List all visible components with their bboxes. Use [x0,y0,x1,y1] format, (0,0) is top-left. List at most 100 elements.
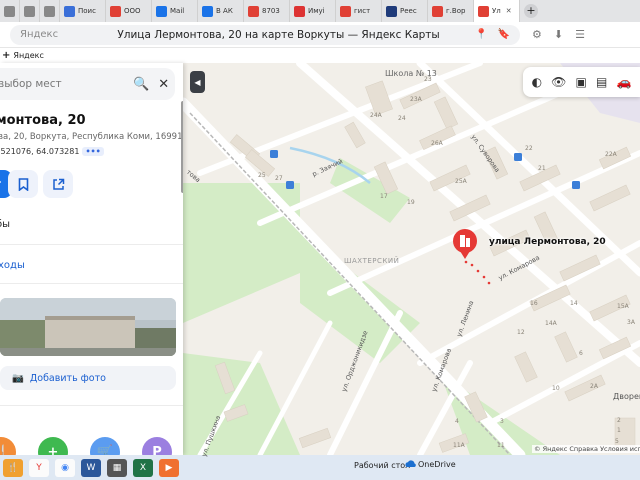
house-number-label: 24А [370,112,382,119]
house-number-label: 5 [615,438,619,445]
poi-label[interactable]: Дворец [613,392,640,401]
browser-tab[interactable]: Mail [152,0,198,22]
url-field[interactable]: Яндекс Улица Лермонтова, 20 на карте Вор… [10,24,520,45]
tab-label: Реес [400,7,417,15]
food-category-icon[interactable]: 🍴 [0,437,16,455]
collapse-panel-button[interactable]: ◀ [190,71,205,93]
extension-icon[interactable]: ⚙ [532,28,542,41]
parking-category-icon[interactable]: P [142,437,172,455]
bus-icon[interactable]: ▣ [576,75,587,89]
browser-tab[interactable]: гист [336,0,382,22]
address-bar: Яндекс Улица Лермонтова, 20 на карте Вор… [0,22,640,48]
browser-tab[interactable]: Поис [60,0,106,22]
house-number-label: 25 [258,172,266,179]
house-number-label: 23 [424,76,432,83]
cartoon-app-icon[interactable]: 🍴 [3,458,23,477]
house-number-label: 14А [545,320,557,327]
bookmark-icon[interactable]: 🔖 [498,29,510,40]
word-icon[interactable]: W [81,458,101,477]
chrome-icon[interactable]: ◉ [55,458,75,477]
place-coordinates[interactable]: .521076, 64.073281 ••• [0,147,104,156]
house-number-label: 3 [500,418,504,425]
browser-app-icon[interactable]: ▶ [159,458,179,477]
browser-tab[interactable]: В АК [198,0,244,22]
onedrive-label[interactable]: OneDrive [418,460,456,469]
close-icon[interactable]: ✕ [153,77,176,92]
house-number-label: 4 [455,418,459,425]
profile-icon[interactable]: ☰ [575,28,585,41]
browser-tab[interactable]: г.Вор [428,0,474,22]
building-photo[interactable] [0,298,176,356]
house-number-label: 15А [617,303,629,310]
browser-tab[interactable]: 8703 [244,0,290,22]
coordinates-more-button[interactable]: ••• [82,147,104,156]
browser-tab[interactable] [20,0,40,22]
doc-tab-icon [340,5,351,17]
add-bookmark-icon[interactable]: + [2,50,10,61]
bookmark-yandex[interactable]: Яндекс [13,51,43,60]
browser-tab[interactable]: ООО [106,0,152,22]
add-photo-button[interactable]: 📷 Добавить фото [0,366,176,390]
close-tab-icon[interactable]: ✕ [506,7,512,15]
house-number-label: 12 [517,329,525,336]
house-number-label: 26А [431,140,443,147]
excel-icon[interactable]: X [133,458,153,477]
save-button[interactable] [8,170,38,198]
location-pin-icon[interactable]: 📍 [475,29,487,40]
panel-scrollbar[interactable] [181,101,183,193]
house-number-label: 16 [530,300,538,307]
house-number-label: 6 [579,350,583,357]
yandex-browser-icon[interactable]: Y [29,458,49,477]
shop-category-icon[interactable]: 🛒 [90,437,120,455]
place-panel: 🔍 ✕ монтова, 20 ва, 20, Воркута, Республ… [0,63,183,455]
browser-tab[interactable] [40,0,60,22]
layers-icon[interactable]: ◐ [532,75,542,89]
transport-icon[interactable]: ▤ [596,75,607,89]
car-icon[interactable]: 🚗 [616,75,631,89]
browser-tab[interactable]: Имуі [290,0,336,22]
house-number-label: 23А [410,96,422,103]
share-button[interactable] [43,170,73,198]
house-number-label: 19 [407,199,415,206]
house-number-label: 2А [590,383,598,390]
download-icon[interactable]: ⬇ [554,28,563,41]
camera-icon: 📷 [12,372,24,384]
registry-tab-icon [386,5,397,17]
search-icon[interactable]: 🔍 [130,77,153,92]
mail-tab-icon [156,5,167,17]
house-number-label: 11А [453,442,465,449]
browser-tab[interactable]: Ул ✕ [474,0,520,22]
pharmacy-category-icon[interactable]: + [38,437,68,455]
house-number-label: 22А [605,151,617,158]
panorama-icon[interactable]: 👁 [551,75,566,89]
house-number-label: 21 [538,165,546,172]
generic-page-icon [4,5,15,17]
search-box: 🔍 ✕ [0,68,175,100]
tab-label: Mail [170,7,185,15]
new-tab-button[interactable]: + [524,4,538,18]
marker-label[interactable]: улица Лермонтова, 20 [489,237,606,247]
entrances-link[interactable]: ходы [0,260,25,271]
house-number-label: 1 [617,427,621,434]
house-number-label: 10 [552,385,560,392]
section-label[interactable]: бы [0,219,10,230]
map-footer[interactable]: © Яндекс Справка Условия использ [532,445,640,453]
desktop-label[interactable]: Рабочий стол [354,461,410,470]
calculator-icon[interactable]: ▦ [107,458,127,477]
onedrive-icon[interactable] [405,459,416,468]
browser-tab[interactable]: Реес [382,0,428,22]
browser-tab[interactable] [0,0,20,22]
coordinates-value[interactable]: .521076, 64.073281 [0,147,79,156]
route-icon [0,180,2,184]
mail-tab-icon [202,5,213,17]
maps-tab-icon [478,5,489,17]
district-label: ШАХТЕРСКИЙ [344,257,400,265]
tab-label: Имуі [308,7,325,15]
divider [0,405,183,406]
house-number-label: 24 [398,115,406,122]
search-input[interactable] [0,78,130,90]
rbc-tab-icon [248,5,259,17]
house-number-label: 27 [275,175,283,182]
house-number-label: 11 [497,442,505,449]
house-number-label: 17 [380,193,388,200]
